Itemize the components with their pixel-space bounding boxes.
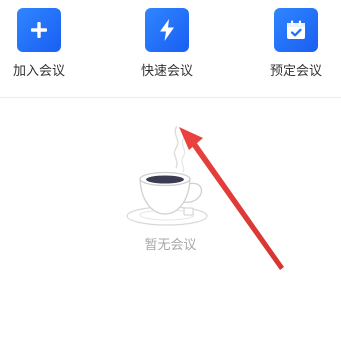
lightning-icon	[160, 19, 174, 41]
calendar-check-icon	[287, 20, 305, 39]
quick-meeting-tile[interactable]	[145, 8, 189, 52]
schedule-meeting-tile[interactable]	[274, 8, 318, 52]
coffee-cup-icon	[126, 125, 208, 226]
empty-state-text: 暂无会议	[144, 238, 197, 253]
join-meeting-label: 加入会议	[12, 64, 65, 79]
meeting-actions-bar: 加入会议 快速会议 预定会议	[0, 0, 341, 98]
quick-meeting-label: 快速会议	[140, 64, 193, 79]
schedule-meeting-button[interactable]: 预定会议	[256, 8, 336, 80]
join-meeting-tile[interactable]	[17, 8, 61, 52]
quick-meeting-button[interactable]: 快速会议	[127, 8, 207, 80]
join-meeting-button[interactable]: 加入会议	[0, 8, 79, 80]
plus-icon	[31, 22, 47, 38]
schedule-meeting-label: 预定会议	[269, 64, 322, 79]
